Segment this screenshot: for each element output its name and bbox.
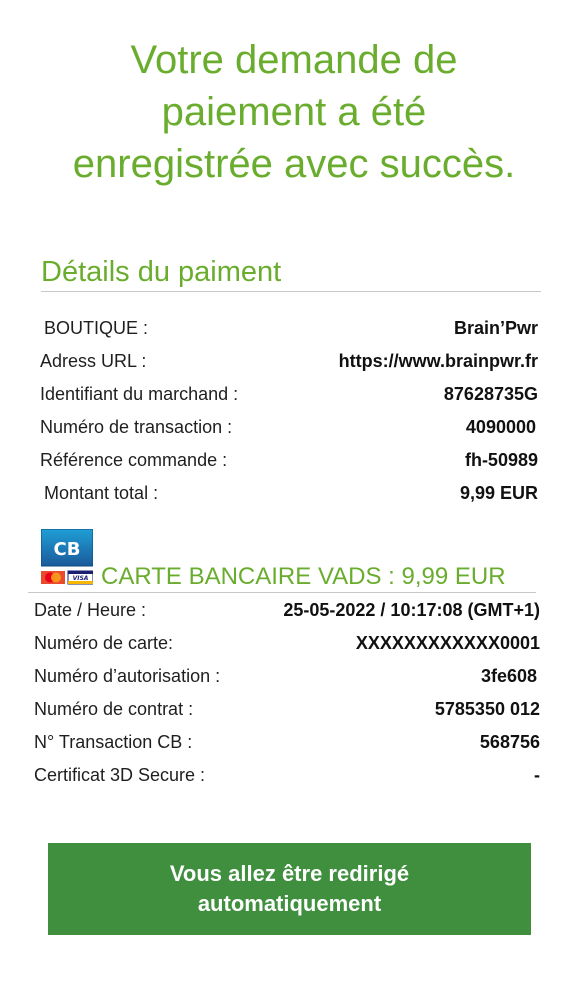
- card-label: Numéro de contrat :: [34, 699, 194, 719]
- card-row-date-time: Date / Heure : 25-05-2022 / 10:17:08 (GM…: [34, 600, 540, 630]
- headline-line-3: enregistrée avec succès.: [72, 142, 516, 186]
- detail-row-total-amount: Montant total : 9,99 EUR: [40, 483, 538, 513]
- card-row-card-number: Numéro de carte: XXXXXXXXXXXX0001: [34, 633, 540, 663]
- detail-label: Adress URL :: [40, 351, 147, 371]
- card-row-contract-number: Numéro de contrat : 5785350 012: [34, 699, 540, 729]
- detail-label: Montant total :: [44, 483, 159, 503]
- detail-label: Identifiant du marchand :: [40, 384, 239, 404]
- detail-row-url: Adress URL : https://www.brainpwr.fr: [40, 351, 538, 381]
- card-divider-left: [28, 592, 96, 593]
- success-headline: Votre demande de paiement a été enregist…: [0, 34, 588, 190]
- card-label: N° Transaction CB :: [34, 732, 193, 752]
- card-row-cb-transaction: N° Transaction CB : 568756: [34, 732, 540, 762]
- redirect-line-1: Vous allez être redirigé: [169, 861, 410, 886]
- card-label: Date / Heure :: [34, 600, 147, 620]
- card-divider: [96, 592, 536, 593]
- svg-text:CB: CB: [54, 539, 81, 560]
- card-value: 3fe608: [480, 666, 537, 686]
- detail-row-shop: BOUTIQUE : Brain’Pwr: [40, 318, 538, 348]
- detail-value: 4090000: [465, 417, 536, 437]
- card-label: Certificat 3D Secure :: [34, 765, 206, 785]
- card-payment-title: CARTE BANCAIRE VADS : 9,99 EUR: [101, 563, 506, 590]
- headline-line-1: Votre demande de: [130, 38, 458, 82]
- detail-value: 87628735G: [443, 384, 538, 404]
- section-divider: [41, 291, 541, 292]
- detail-row-transaction-number: Numéro de transaction : 4090000: [40, 417, 538, 447]
- redirect-line-2: automatiquement: [197, 891, 382, 916]
- detail-label: Numéro de transaction :: [40, 417, 233, 437]
- cb-mastercard-visa-logo-icon: CB VISA: [41, 529, 93, 585]
- redirect-button[interactable]: Vous allez être redirigé automatiquement: [48, 843, 531, 935]
- card-value: 5785350 012: [434, 699, 540, 719]
- svg-text:VISA: VISA: [73, 575, 89, 582]
- detail-row-order-reference: Référence commande : fh-50989: [40, 450, 538, 480]
- detail-value: fh-50989: [464, 450, 538, 470]
- detail-value: Brain’Pwr: [453, 318, 538, 338]
- card-row-3d-secure: Certificat 3D Secure : -: [34, 765, 540, 795]
- detail-value: 9,99 EUR: [459, 483, 538, 503]
- detail-value: https://www.brainpwr.fr: [338, 351, 538, 371]
- detail-label: Référence commande :: [40, 450, 228, 470]
- payment-details-title: Détails du paiment: [41, 256, 282, 288]
- card-value: -: [534, 765, 540, 785]
- card-row-authorization-number: Numéro d’autorisation : 3fe608: [34, 666, 540, 696]
- detail-row-merchant-id: Identifiant du marchand : 87628735G: [40, 384, 538, 414]
- card-value: 568756: [479, 732, 540, 752]
- card-value: 25-05-2022 / 10:17:08 (GMT+1): [283, 600, 540, 620]
- card-value: XXXXXXXXXXXX0001: [355, 633, 540, 653]
- card-label: Numéro de carte:: [34, 633, 174, 653]
- card-label: Numéro d’autorisation :: [34, 666, 221, 686]
- headline-line-2: paiement a été: [161, 90, 427, 134]
- detail-label: BOUTIQUE :: [44, 318, 149, 338]
